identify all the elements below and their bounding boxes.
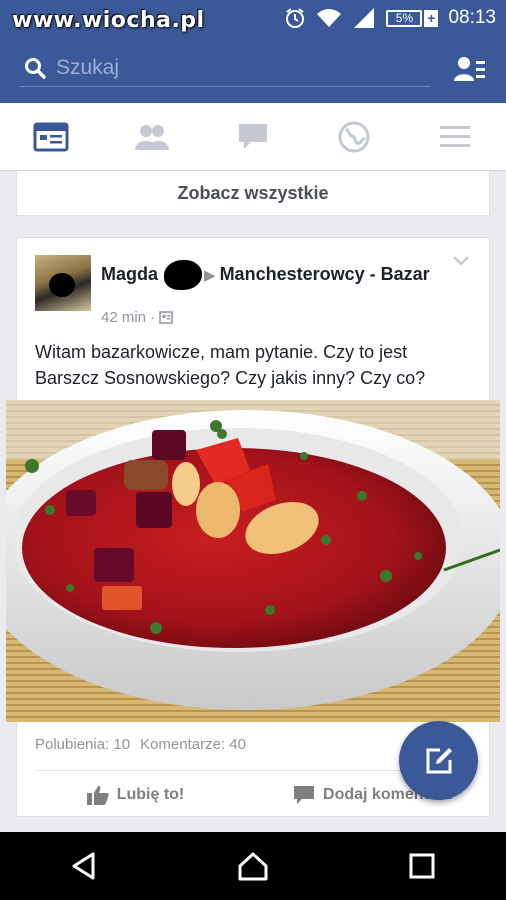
status-bar: www.wiocha.pl 5% + 08:13 <box>0 0 506 37</box>
battery-indicator: 5% + <box>386 9 439 27</box>
friend-requests-icon[interactable] <box>454 55 486 83</box>
post-time[interactable]: 42 min <box>101 309 146 326</box>
wifi-icon <box>317 9 342 27</box>
home-button[interactable] <box>223 836 283 896</box>
soup-image <box>6 400 500 722</box>
charging-icon: + <box>424 9 439 27</box>
signal-icon <box>354 8 375 28</box>
back-button[interactable] <box>54 836 114 896</box>
compose-icon <box>426 747 452 773</box>
system-nav-bar <box>0 832 506 900</box>
messages-icon <box>238 123 267 149</box>
comment-icon <box>294 786 315 804</box>
home-icon <box>238 852 268 881</box>
watermark: www.wiocha.pl <box>12 8 205 33</box>
post-header: Magda ▶ Manchesterowcy - Bazar <box>101 260 441 290</box>
tab-menu[interactable] <box>425 107 485 167</box>
battery-level: 5% <box>386 9 423 27</box>
post-stats: Polubienia: 10 Komentarze: 40 <box>35 736 246 753</box>
tab-messages[interactable] <box>223 107 283 167</box>
recents-button[interactable] <box>392 836 452 896</box>
menu-icon <box>440 125 471 147</box>
group-audience-icon <box>159 311 173 324</box>
thumbs-up-icon <box>86 786 109 805</box>
chevron-down-icon[interactable] <box>453 256 469 266</box>
group-name[interactable]: Manchesterowcy - Bazar <box>220 264 430 284</box>
clock: 08:13 <box>448 7 496 28</box>
author-name[interactable]: Magda <box>101 264 158 284</box>
back-icon <box>72 852 95 880</box>
like-button[interactable]: Lubię to! <box>17 780 254 810</box>
tab-notifications[interactable] <box>324 107 384 167</box>
top-bar: Szukaj <box>0 37 506 103</box>
avatar[interactable] <box>35 255 91 311</box>
post-text: Witam bazarkowicze, mam pytanie. Czy to … <box>35 342 426 388</box>
like-label: Lubię to! <box>116 786 185 803</box>
tab-friends[interactable] <box>122 107 182 167</box>
see-all-button[interactable]: Zobacz wszystkie <box>16 171 490 216</box>
alarm-icon <box>286 8 305 28</box>
status-icons: 5% + 08:13 <box>284 6 496 30</box>
post-photo[interactable] <box>6 400 500 722</box>
meta-separator: · <box>150 309 156 326</box>
see-all-label: Zobacz wszystkie <box>177 182 329 203</box>
comments-count[interactable]: Komentarze: 40 <box>140 736 246 753</box>
recents-icon <box>409 853 435 879</box>
tab-bar <box>0 103 506 171</box>
search-placeholder: Szukaj <box>56 55 120 79</box>
search-input[interactable]: Szukaj <box>20 49 430 87</box>
tab-news-feed[interactable] <box>21 107 81 167</box>
censor-scribble <box>164 260 203 290</box>
post-meta: 42 min · <box>101 309 173 326</box>
search-icon <box>25 57 46 79</box>
compose-button[interactable] <box>399 721 478 800</box>
friends-icon <box>134 124 169 150</box>
likes-count[interactable]: Polubienia: 10 <box>35 736 130 753</box>
censor-mark <box>49 273 75 297</box>
notifications-globe-icon <box>338 121 370 152</box>
news-feed-icon <box>33 122 69 151</box>
arrow-right-icon: ▶ <box>204 266 216 284</box>
